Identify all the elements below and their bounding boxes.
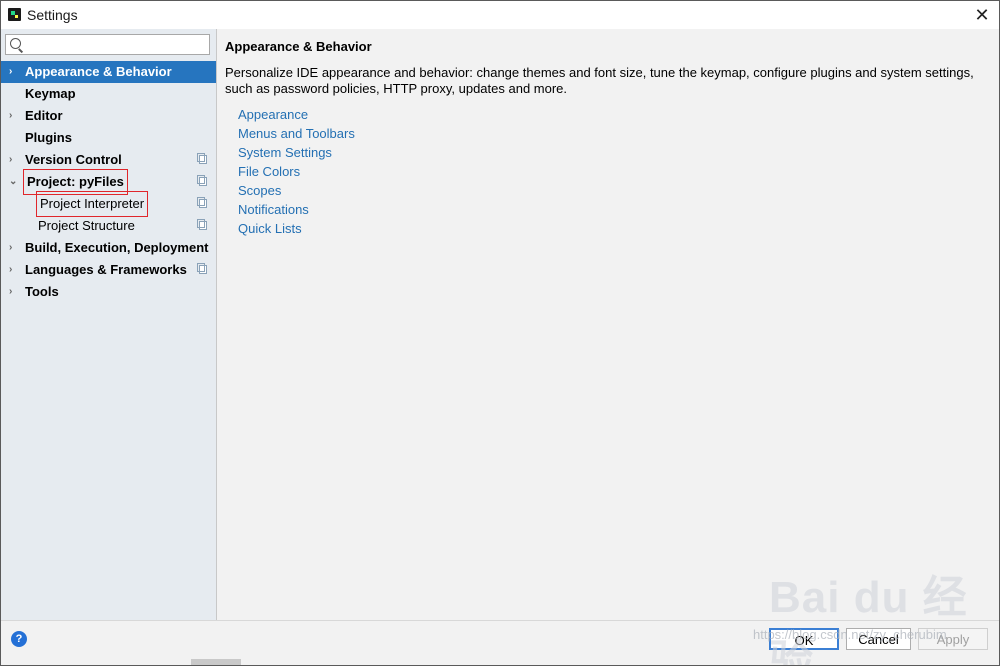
chevron-right-icon[interactable]: › <box>9 61 19 83</box>
subpage-links: Appearance Menus and Toolbars System Set… <box>238 105 355 238</box>
cancel-button[interactable]: Cancel <box>846 628 911 650</box>
sidebar-item-build-execution-deployment[interactable]: › Build, Execution, Deployment <box>1 237 216 259</box>
link-appearance[interactable]: Appearance <box>238 105 355 124</box>
settings-tree: › Appearance & Behavior Keymap › Editor … <box>1 61 216 303</box>
sidebar-item-tools[interactable]: › Tools <box>1 281 216 303</box>
sidebar-item-label: Build, Execution, Deployment <box>25 240 209 255</box>
project-level-icon <box>197 175 207 186</box>
window-title: Settings <box>27 7 78 23</box>
chevron-right-icon[interactable]: › <box>9 105 19 127</box>
horizontal-scrollbar[interactable] <box>191 659 241 665</box>
sidebar-item-label: Plugins <box>25 130 72 145</box>
sidebar-item-label: Appearance & Behavior <box>25 64 172 79</box>
sidebar-item-appearance-behavior[interactable]: › Appearance & Behavior <box>1 61 216 83</box>
apply-button[interactable]: Apply <box>918 628 988 650</box>
sidebar-item-label: Keymap <box>25 86 76 101</box>
page-title: Appearance & Behavior <box>225 39 372 54</box>
ok-button[interactable]: OK <box>769 628 839 650</box>
chevron-right-icon[interactable]: › <box>9 149 19 171</box>
search-box[interactable] <box>5 34 210 55</box>
sidebar-item-plugins[interactable]: Plugins <box>1 127 216 149</box>
sidebar-item-languages-frameworks[interactable]: › Languages & Frameworks <box>1 259 216 281</box>
sidebar-item-project-structure[interactable]: Project Structure <box>1 215 216 237</box>
project-level-icon <box>197 197 207 208</box>
settings-dialog: Settings ✕ › Appearance & Behavior Keyma… <box>0 0 1000 666</box>
project-level-icon <box>197 153 207 164</box>
search-input[interactable] <box>26 36 210 55</box>
sidebar-item-label: Editor <box>25 108 63 123</box>
sidebar-item-keymap[interactable]: Keymap <box>1 83 216 105</box>
link-notifications[interactable]: Notifications <box>238 200 355 219</box>
dialog-footer: ? OK Cancel Apply <box>1 620 999 665</box>
sidebar-item-label: Project: pyFiles <box>23 169 128 195</box>
page-description: Personalize IDE appearance and behavior:… <box>225 65 974 96</box>
chevron-right-icon[interactable]: › <box>9 281 19 303</box>
help-icon[interactable]: ? <box>11 631 27 647</box>
sidebar-item-label: Project Interpreter <box>35 191 149 217</box>
search-icon <box>10 38 21 49</box>
sidebar-item-editor[interactable]: › Editor <box>1 105 216 127</box>
settings-sidebar: › Appearance & Behavior Keymap › Editor … <box>1 29 217 621</box>
link-system-settings[interactable]: System Settings <box>238 143 355 162</box>
settings-content: Appearance & Behavior Personalize IDE ap… <box>217 29 999 621</box>
sidebar-item-label: Tools <box>25 284 59 299</box>
sidebar-item-label: Version Control <box>25 152 122 167</box>
sidebar-item-project[interactable]: ⌄ Project: pyFiles <box>1 169 216 195</box>
sidebar-item-label: Languages & Frameworks <box>25 262 187 277</box>
link-menus-and-toolbars[interactable]: Menus and Toolbars <box>238 124 355 143</box>
sidebar-item-version-control[interactable]: › Version Control <box>1 149 216 171</box>
chevron-down-icon[interactable]: ⌄ <box>9 171 19 193</box>
close-icon[interactable]: ✕ <box>969 3 995 27</box>
pycharm-icon <box>8 8 21 21</box>
title-bar: Settings ✕ <box>1 1 999 29</box>
link-quick-lists[interactable]: Quick Lists <box>238 219 355 238</box>
sidebar-item-label: Project Structure <box>38 218 135 233</box>
project-level-icon <box>197 219 207 230</box>
chevron-right-icon[interactable]: › <box>9 237 19 259</box>
chevron-right-icon[interactable]: › <box>9 259 19 281</box>
sidebar-item-project-interpreter[interactable]: Project Interpreter <box>1 191 216 217</box>
link-file-colors[interactable]: File Colors <box>238 162 355 181</box>
link-scopes[interactable]: Scopes <box>238 181 355 200</box>
project-level-icon <box>197 263 207 274</box>
